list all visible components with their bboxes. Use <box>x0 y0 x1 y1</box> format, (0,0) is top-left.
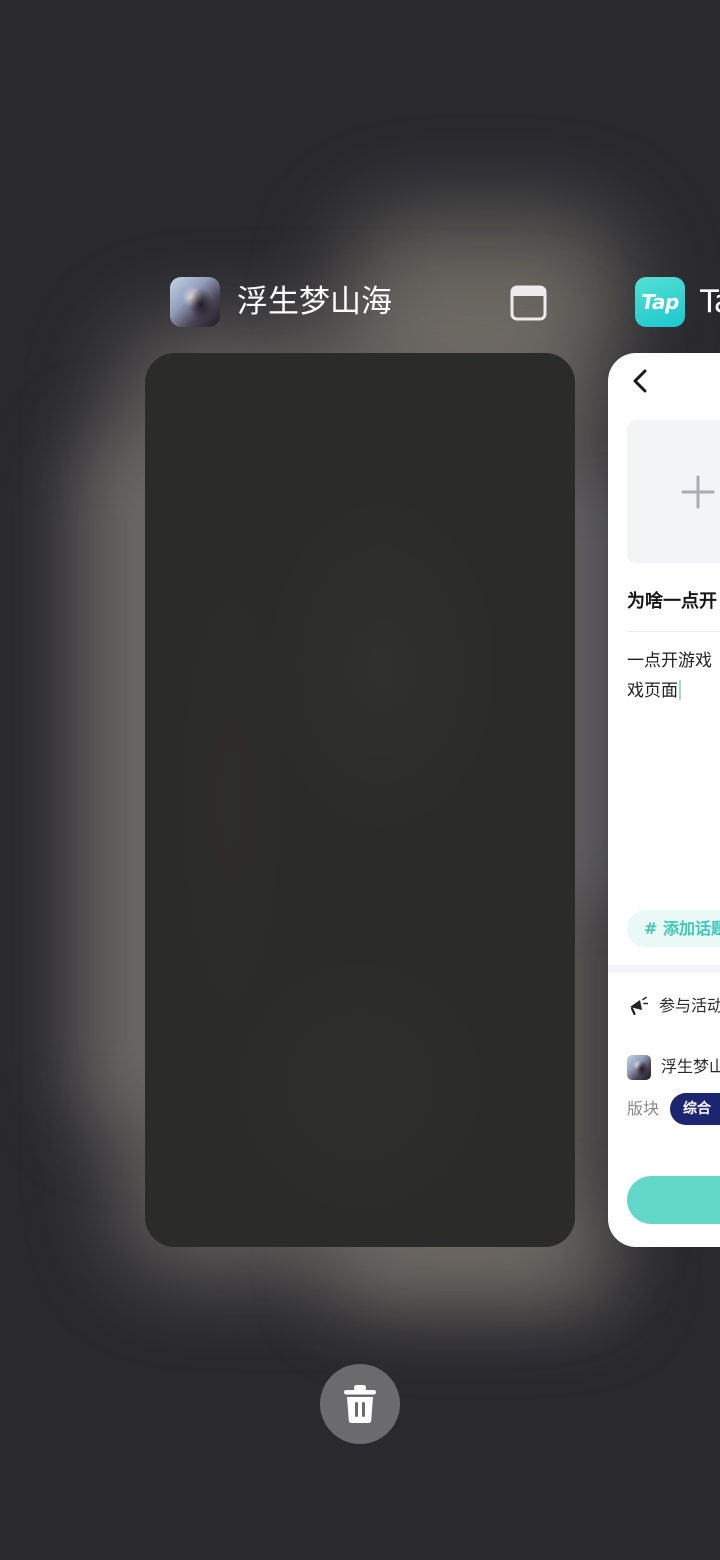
post-body-text: 戏页面 <box>627 681 678 701</box>
app-label-game: 浮生梦山海 <box>237 284 392 320</box>
title-divider <box>627 631 720 632</box>
add-image-box <box>627 420 720 563</box>
floating-window-icon[interactable] <box>510 285 547 321</box>
section-tag: 综合 <box>670 1093 720 1125</box>
section-separator <box>608 965 720 973</box>
game-thumbnail-icon <box>627 1055 651 1080</box>
taptap-app-icon[interactable]: Tap <box>635 277 685 327</box>
trash-icon <box>344 1385 376 1423</box>
section-label: 版块 <box>627 1099 660 1118</box>
game-app-card[interactable] <box>145 353 575 1247</box>
megaphone-icon <box>628 996 649 1016</box>
taptap-app-card[interactable]: 为啥一点开 一点开游戏 戏页面 # 添加话题 参与活动 浮生梦山 版块 综合 <box>608 353 720 1247</box>
back-chevron-icon <box>630 368 650 394</box>
text-cursor <box>679 680 681 700</box>
section-tag-label: 综合 <box>683 1101 711 1117</box>
taptap-logo-text: Tap <box>641 290 679 314</box>
add-topic-button: # 添加话题 <box>627 910 720 947</box>
post-body-line: 一点开游戏 <box>627 651 712 671</box>
game-app-icon[interactable] <box>170 277 220 327</box>
activity-label: 参与活动 <box>659 996 720 1015</box>
post-body-line-2: 戏页面 <box>627 676 720 706</box>
recent-apps-screen: 浮生梦山海 Tap Ta 为啥一点开 一点开游戏 戏页面 # 添加话题 <box>0 0 720 1560</box>
publish-button <box>627 1176 720 1224</box>
post-title: 为啥一点开 <box>627 591 717 612</box>
clear-all-button[interactable] <box>320 1364 400 1444</box>
game-name: 浮生梦山 <box>661 1057 720 1076</box>
add-topic-label: # 添加话题 <box>644 919 720 938</box>
app-label-taptap: Ta <box>700 284 720 320</box>
plus-icon <box>681 475 715 509</box>
